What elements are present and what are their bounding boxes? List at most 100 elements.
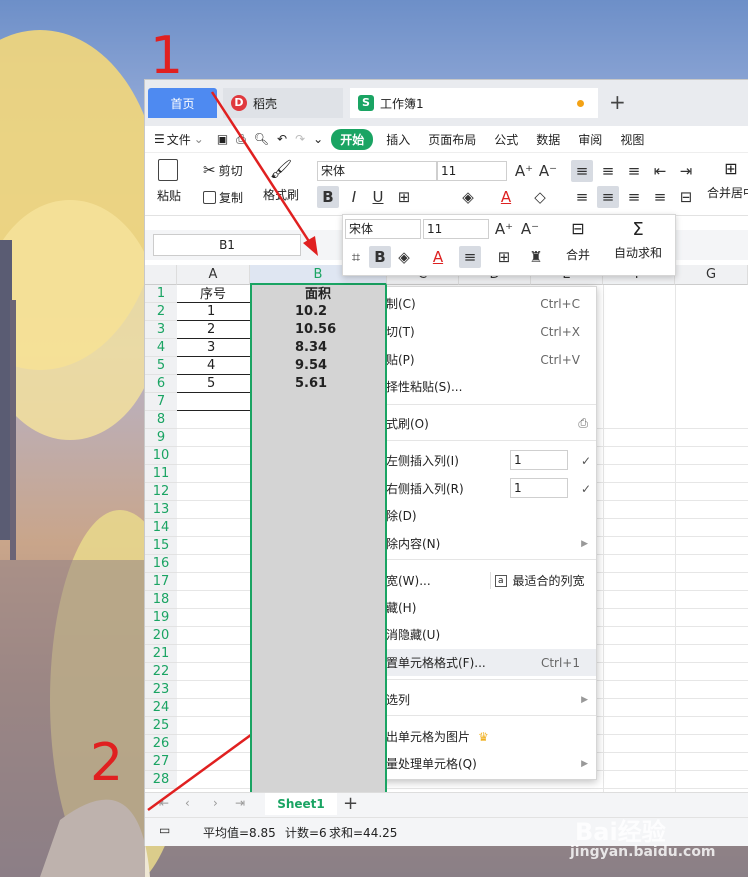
shrink-font-icon[interactable]: A⁻ [537, 160, 559, 182]
new-tab-icon[interactable]: + [609, 90, 626, 114]
underline-icon[interactable]: U [367, 186, 389, 208]
copy-button[interactable]: 复制 [203, 189, 243, 206]
mini-autosum-button[interactable]: Σ 自动求和 [605, 219, 671, 261]
prev-sheet-icon[interactable]: ‹ [185, 796, 190, 810]
row-header[interactable]: 4 [145, 339, 177, 357]
header-cell-index[interactable]: 序号 [200, 286, 226, 304]
row-header[interactable]: 8 [145, 411, 177, 429]
row-header[interactable]: 25 [145, 717, 177, 735]
font-color-icon[interactable]: A [495, 186, 517, 208]
row-header[interactable]: 10 [145, 447, 177, 465]
select-all-corner[interactable] [145, 265, 177, 285]
align-top-icon[interactable]: ≡ [571, 160, 593, 182]
cell-index[interactable]: 1 [207, 303, 215, 321]
row-header[interactable]: 19 [145, 609, 177, 627]
row-header[interactable]: 13 [145, 501, 177, 519]
next-sheet-icon[interactable]: › [213, 796, 218, 810]
cell-index[interactable]: 3 [207, 339, 215, 357]
paste-button[interactable]: 粘贴 [157, 159, 181, 204]
cell-index[interactable]: 2 [207, 321, 215, 339]
chevron-down-icon[interactable]: ⌄ [194, 132, 204, 146]
fill-color-icon[interactable]: ◈ [457, 186, 479, 208]
align-bottom-icon[interactable]: ≡ [623, 160, 645, 182]
hamburger-icon[interactable]: ☰ [154, 132, 165, 146]
menu-review[interactable]: 审阅 [578, 131, 602, 148]
menu-formula[interactable]: 公式 [494, 131, 518, 148]
undo-icon[interactable]: ↶ [277, 132, 287, 146]
row-header[interactable]: 20 [145, 627, 177, 645]
align-center-icon[interactable]: ≡ [597, 186, 619, 208]
tab-home[interactable]: 首页 [148, 88, 217, 118]
mini-fill-color-icon[interactable]: ◈ [393, 246, 415, 268]
font-size-select[interactable]: 11 [437, 161, 507, 181]
row-header[interactable]: 12 [145, 483, 177, 501]
column-header-g[interactable]: G [675, 265, 748, 285]
align-middle-icon[interactable]: ≡ [597, 160, 619, 182]
row-header[interactable]: 11 [145, 465, 177, 483]
row-header[interactable]: 1 [145, 285, 177, 303]
menu-view[interactable]: 视图 [620, 131, 644, 148]
row-header[interactable]: 22 [145, 663, 177, 681]
distribute-icon[interactable]: ⊟ [675, 186, 697, 208]
tab-workbook[interactable]: S 工作簿1 [350, 88, 598, 118]
align-right-icon[interactable]: ≡ [623, 186, 645, 208]
header-cell-area[interactable]: 面积 [305, 286, 331, 304]
row-header[interactable]: 15 [145, 537, 177, 555]
cell-area[interactable]: 5.61 [295, 375, 327, 393]
row-header[interactable]: 3 [145, 321, 177, 339]
cell-area[interactable]: 10.2 [295, 303, 327, 321]
indent-icon[interactable]: ⇥ [675, 160, 697, 182]
mini-merge-button[interactable]: ⊟ 合并 [558, 219, 598, 263]
preview-icon[interactable]: 🔍︎ [254, 132, 269, 146]
more-icon[interactable]: ⌄ [313, 132, 323, 146]
sheet-tab-sheet1[interactable]: Sheet1 [265, 793, 337, 815]
name-box[interactable]: B1 [153, 234, 301, 256]
column-header-a[interactable]: A [177, 265, 250, 285]
font-select[interactable]: 宋体 [317, 161, 437, 181]
row-header[interactable]: 23 [145, 681, 177, 699]
row-header[interactable]: 18 [145, 591, 177, 609]
merge-center-button[interactable]: ⊞ 合并居中 [707, 159, 748, 201]
mini-border-icon[interactable]: ⊞ [493, 246, 515, 268]
row-header[interactable]: 2 [145, 303, 177, 321]
menu-insert[interactable]: 插入 [386, 131, 410, 148]
align-left-icon[interactable]: ≡ [571, 186, 593, 208]
row-header[interactable]: 21 [145, 645, 177, 663]
outdent-icon[interactable]: ⇤ [649, 160, 671, 182]
check-icon[interactable]: ✓ [581, 482, 591, 496]
eraser-icon[interactable]: ◇ [529, 186, 551, 208]
justify-icon[interactable]: ≡ [649, 186, 671, 208]
row-header[interactable]: 26 [145, 735, 177, 753]
format-painter-button[interactable]: 🖌︎ 格式刷 [263, 159, 299, 203]
best-fit-button[interactable]: a 最适合的列宽 [490, 572, 585, 589]
cell-index[interactable]: 5 [207, 375, 215, 393]
mini-select-icon[interactable]: ⌗ [345, 246, 367, 268]
cell-area[interactable]: 8.34 [295, 339, 327, 357]
cell-index[interactable]: 4 [207, 357, 215, 375]
mini-size-select[interactable]: 11 [423, 219, 489, 239]
mini-grow-font-icon[interactable]: A⁺ [493, 218, 515, 240]
row-header[interactable]: 24 [145, 699, 177, 717]
save-icon[interactable]: ▣ [217, 132, 228, 146]
cut-button[interactable]: ✂ 剪切 [203, 161, 243, 179]
row-header[interactable]: 16 [145, 555, 177, 573]
menu-start[interactable]: 开始 [331, 128, 374, 150]
mini-font-select[interactable]: 宋体 [345, 219, 421, 239]
mini-align-icon[interactable]: ≡ [459, 246, 481, 268]
menu-data[interactable]: 数据 [536, 131, 560, 148]
row-header[interactable]: 5 [145, 357, 177, 375]
menu-file[interactable]: 文件 [167, 131, 191, 148]
insert-left-count[interactable]: 1 [510, 450, 568, 470]
menu-page-layout[interactable]: 页面布局 [428, 131, 476, 148]
macro-icon[interactable]: ▭ [159, 823, 170, 837]
mini-painter-icon[interactable]: ♜ [525, 246, 547, 268]
add-sheet-icon[interactable]: + [343, 793, 358, 814]
mini-shrink-font-icon[interactable]: A⁻ [519, 218, 541, 240]
border-icon[interactable]: ⊞ [393, 186, 415, 208]
check-icon[interactable]: ✓ [581, 454, 591, 468]
row-header[interactable]: 7 [145, 393, 177, 411]
italic-icon[interactable]: I [343, 186, 365, 208]
last-sheet-icon[interactable]: ⇥ [235, 796, 245, 810]
row-header[interactable]: 6 [145, 375, 177, 393]
row-header[interactable]: 14 [145, 519, 177, 537]
